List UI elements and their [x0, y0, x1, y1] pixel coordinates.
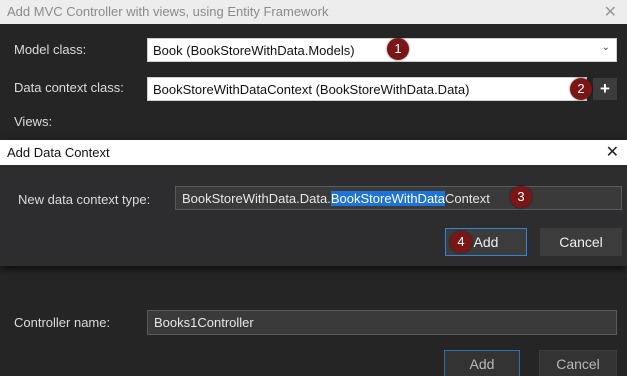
add-data-context-button[interactable]: +	[593, 78, 617, 100]
inner-cancel-button[interactable]: Cancel	[540, 228, 622, 256]
model-class-combobox[interactable]: Book (BookStoreWithData.Models) ⌄	[147, 38, 617, 62]
data-context-class-value: BookStoreWithDataContext (BookStoreWithD…	[153, 82, 470, 97]
chevron-down-icon: ⌄	[601, 42, 610, 53]
outer-dialog-title: Add MVC Controller with views, using Ent…	[7, 4, 329, 19]
views-label: Views:	[14, 114, 53, 129]
step-marker-4: 4	[450, 231, 472, 253]
outer-add-button[interactable]: Add	[444, 350, 520, 376]
data-context-class-combobox[interactable]: BookStoreWithDataContext (BookStoreWithD…	[147, 77, 587, 101]
controller-name-input[interactable]: Books1Controller	[147, 310, 617, 335]
outer-title-bar: Add MVC Controller with views, using Ent…	[0, 0, 627, 24]
model-class-value: Book (BookStoreWithData.Models)	[153, 43, 355, 58]
step-marker-2: 2	[570, 78, 592, 100]
close-icon[interactable]: ✕	[606, 142, 619, 162]
add-data-context-dialog: Add Data Context ✕ New data context type…	[0, 140, 627, 266]
data-context-type-input[interactable]: BookStoreWithData.Data.BookStoreWithData…	[175, 186, 622, 210]
model-class-label: Model class:	[14, 42, 87, 57]
selected-text: BookStoreWithData	[330, 191, 446, 206]
data-context-type-value: BookStoreWithData.Data.BookStoreWithData…	[182, 191, 490, 206]
step-marker-3: 3	[510, 186, 532, 208]
step-marker-1: 1	[387, 38, 409, 60]
type-suffix: Context	[445, 191, 490, 206]
controller-name-label: Controller name:	[14, 315, 111, 330]
close-icon[interactable]: ✕	[604, 2, 617, 22]
inner-dialog-title: Add Data Context	[7, 145, 110, 160]
plus-icon: +	[600, 79, 610, 98]
type-prefix: BookStoreWithData.Data.	[182, 191, 331, 206]
controller-name-value: Books1Controller	[154, 315, 254, 330]
data-context-class-label: Data context class:	[14, 80, 124, 95]
data-context-type-label: New data context type:	[18, 192, 151, 207]
outer-cancel-button[interactable]: Cancel	[539, 350, 617, 376]
inner-title-bar: Add Data Context ✕	[0, 140, 627, 165]
